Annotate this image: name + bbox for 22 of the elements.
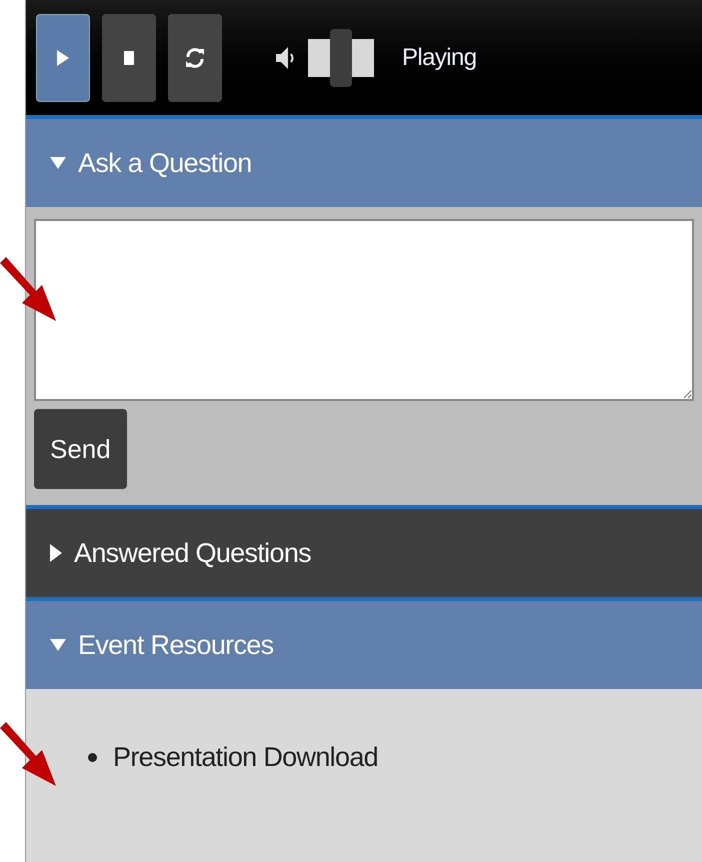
caret-down-icon — [50, 157, 66, 169]
question-field[interactable] — [34, 219, 694, 401]
section-header[interactable]: Event Resources — [26, 597, 702, 689]
section-header[interactable]: Ask a Question — [26, 115, 702, 207]
section-title: Event Resources — [78, 628, 274, 662]
refresh-button[interactable] — [168, 14, 222, 102]
slider-thumb[interactable] — [330, 28, 352, 86]
resource-link[interactable]: Presentation Download — [113, 737, 378, 778]
bullet-icon — [88, 752, 97, 762]
caret-right-icon — [50, 544, 62, 562]
play-button[interactable] — [36, 14, 90, 102]
status-label: Playing — [402, 42, 477, 72]
section-header[interactable]: Answered Questions — [26, 505, 702, 597]
section-title: Answered Questions — [74, 536, 311, 570]
stop-icon — [124, 50, 134, 64]
send-button[interactable]: Send — [34, 409, 127, 489]
stop-button[interactable] — [102, 14, 156, 102]
speaker-icon — [274, 44, 296, 70]
volume-slider[interactable] — [308, 28, 374, 86]
play-icon — [56, 48, 70, 66]
caret-down-icon — [50, 639, 66, 651]
section-title: Ask a Question — [78, 146, 252, 180]
